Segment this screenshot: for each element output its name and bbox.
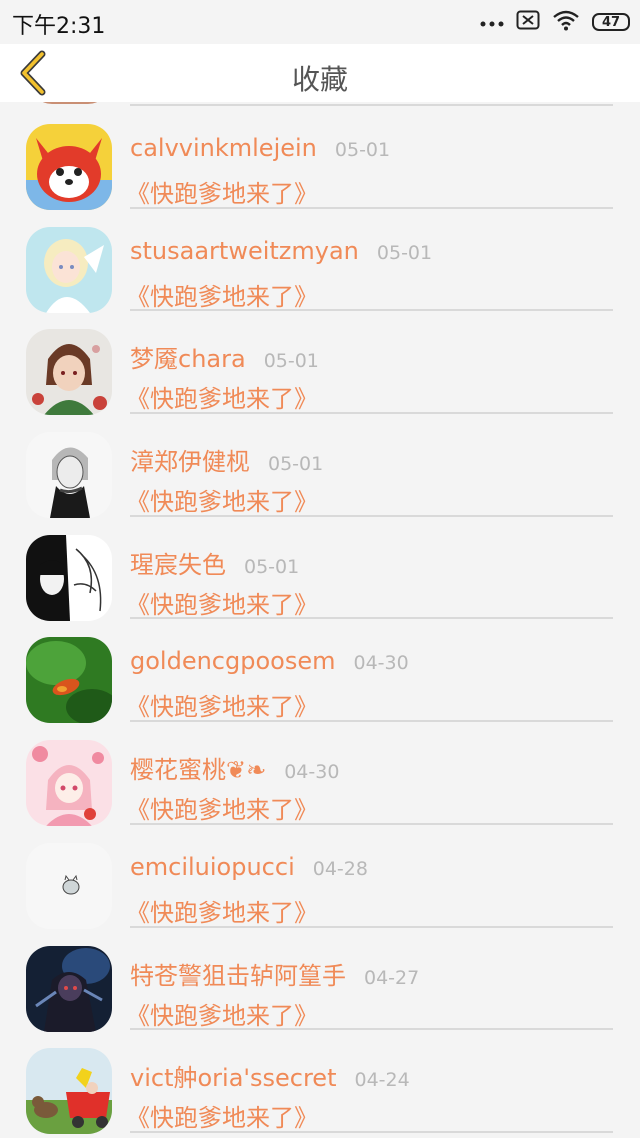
- name-line: calvvinkmlejein 05-01: [130, 134, 390, 162]
- name-line: 瑆宸失色 05-01: [130, 545, 299, 580]
- avatar[interactable]: [26, 842, 112, 929]
- post-date: 05-01: [376, 241, 433, 264]
- user-name[interactable]: emciluiopucci: [130, 853, 295, 881]
- name-line: 特苍警狙击轳阿篁手 04-27: [130, 956, 419, 991]
- user-name[interactable]: 樱花蜜桃❦❧: [130, 750, 266, 785]
- name-line: goldencgpoosem 04-30: [130, 647, 409, 675]
- post-date: 05-01: [334, 139, 391, 161]
- post-date: 05-01: [268, 453, 324, 476]
- book-title[interactable]: 《快跑爹地来了》: [126, 585, 318, 620]
- page-title: 收藏: [291, 63, 348, 96]
- book-title[interactable]: 《快跑爹地来了》: [126, 687, 318, 722]
- list-item[interactable]: 漳郑伊健枧 05-01 《快跑爹地来了》: [0, 414, 640, 519]
- post-date: 04-30: [284, 761, 340, 784]
- book-title[interactable]: 《快跑爹地来了》: [126, 1098, 318, 1133]
- nav-bar: 收藏: [0, 44, 640, 102]
- avatar[interactable]: [26, 534, 112, 621]
- post-date: 05-01: [244, 555, 300, 578]
- name-line: 梦魇chara 05-01: [130, 339, 319, 374]
- book-title[interactable]: 《快跑爹地来了》: [126, 277, 318, 312]
- list-item[interactable]: 瑆宸失色 05-01 《快跑爹地来了》: [0, 517, 640, 621]
- more-dots-icon: [480, 13, 504, 32]
- post-date: 04-28: [312, 857, 368, 880]
- post-date: 04-27: [364, 966, 420, 989]
- user-name[interactable]: 漳郑伊健枧: [130, 442, 250, 477]
- no-sim-icon: [516, 10, 540, 34]
- post-date: 05-01: [263, 350, 319, 373]
- list-item[interactable]: 特苍警狙击轳阿篁手 04-27 《快跑爹地来了》: [0, 928, 640, 1032]
- book-title[interactable]: 《快跑爹地来了》: [126, 893, 318, 928]
- list-item[interactable]: goldencgpoosem 04-30 《快跑爹地来了》: [0, 619, 640, 724]
- status-icons: 47: [480, 9, 630, 35]
- status-bar: 下午2:31 47: [0, 0, 640, 44]
- user-name[interactable]: 瑆宸失色: [130, 545, 226, 580]
- book-title[interactable]: 《快跑爹地来了》: [126, 996, 318, 1031]
- avatar[interactable]: [26, 124, 112, 210]
- name-line: 樱花蜜桃❦❧ 04-30: [130, 750, 339, 785]
- battery-icon: 47: [592, 13, 630, 31]
- name-line: emciluiopucci 04-28: [130, 853, 368, 881]
- name-line: 漳郑伊健枧 05-01: [130, 442, 323, 477]
- user-name[interactable]: vict舯oria'ssecret: [130, 1058, 336, 1093]
- list-item[interactable]: emciluiopucci 04-28 《快跑爹地来了》: [0, 825, 640, 929]
- book-title[interactable]: 《快跑爹地来了》: [126, 379, 318, 414]
- list-item[interactable]: 樱花蜜桃❦❧ 04-30 《快跑爹地来了》: [0, 722, 640, 827]
- avatar[interactable]: [26, 226, 112, 313]
- avatar: [30, 102, 110, 104]
- user-name[interactable]: goldencgpoosem: [130, 647, 335, 675]
- list-item[interactable]: calvvinkmlejein 05-01 《快跑爹地来了》: [0, 106, 640, 210]
- list-item[interactable]: stusaartweitzmyan 05-01 《快跑爹地来了》: [0, 209, 640, 313]
- post-date: 04-30: [353, 652, 409, 675]
- avatar[interactable]: [26, 1048, 112, 1135]
- name-line: stusaartweitzmyan 05-01: [130, 237, 432, 265]
- avatar[interactable]: [26, 740, 112, 827]
- row-divider: [130, 1130, 613, 1133]
- status-time: 下午2:31: [12, 14, 106, 39]
- avatar[interactable]: [26, 637, 112, 724]
- user-name[interactable]: stusaartweitzmyan: [130, 237, 359, 265]
- book-title[interactable]: 《快跑爹地来了》: [126, 174, 318, 209]
- user-name[interactable]: 特苍警狙击轳阿篁手: [130, 956, 346, 991]
- user-name[interactable]: 梦魇chara: [130, 339, 246, 374]
- book-title[interactable]: 《快跑爹地来了》: [126, 482, 318, 517]
- wifi-icon: [552, 9, 580, 35]
- avatar[interactable]: [26, 329, 112, 416]
- favorites-list: calvvinkmlejein 05-01 《快跑爹地来了》 stusaartw…: [0, 102, 640, 1138]
- name-line: vict舯oria'ssecret 04-24: [130, 1058, 410, 1093]
- list-item[interactable]: 梦魇chara 05-01 《快跑爹地来了》: [0, 311, 640, 416]
- user-name[interactable]: calvvinkmlejein: [130, 134, 317, 162]
- post-date: 04-24: [354, 1069, 410, 1092]
- avatar[interactable]: [26, 432, 112, 519]
- avatar[interactable]: [26, 945, 112, 1032]
- list-item[interactable]: vict舯oria'ssecret 04-24 《快跑爹地来了》: [0, 1030, 640, 1135]
- book-title[interactable]: 《快跑爹地来了》: [126, 790, 318, 825]
